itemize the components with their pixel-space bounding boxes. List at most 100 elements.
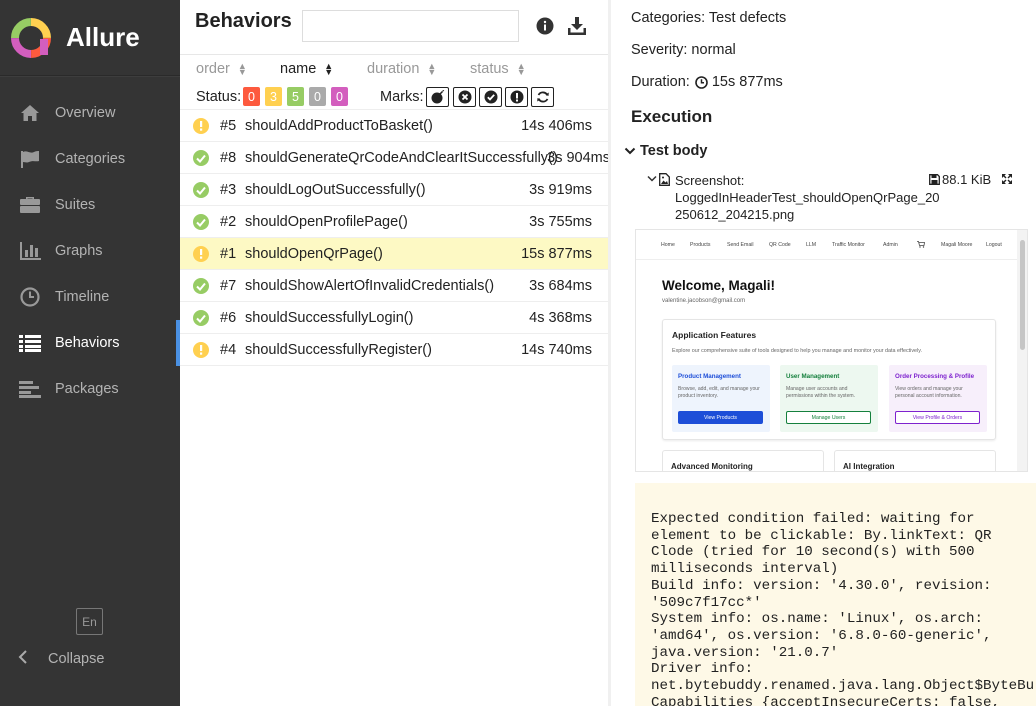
test-body-toggle[interactable]: Test body xyxy=(624,143,707,159)
duration-row: Duration: 15s 877ms xyxy=(631,74,783,90)
cart-icon xyxy=(917,241,925,248)
test-name: shouldAddProductToBasket() xyxy=(245,118,433,134)
new-broken-icon xyxy=(510,90,523,104)
flag-icon xyxy=(18,148,42,170)
sort-label: duration xyxy=(367,61,420,77)
screenshot-nav-item: Logout xyxy=(986,242,1002,248)
screenshot-nav-item: LLM xyxy=(806,242,817,248)
sidebar-item-packages[interactable]: Packages xyxy=(0,366,180,412)
attachment-screenshot[interactable]: Home Products Send Email QR Code LLM Tra… xyxy=(635,229,1028,472)
sort-order[interactable]: order ▲ ▼ xyxy=(196,61,247,77)
scrollbar-thumb[interactable] xyxy=(1020,240,1025,350)
sidebar-item-label: Categories xyxy=(55,151,126,167)
error-text: Expected condition failed: waiting for el… xyxy=(651,511,1036,706)
sort-duration[interactable]: duration ▲ ▼ xyxy=(367,61,436,77)
new-failed-filter[interactable] xyxy=(453,87,476,107)
chevron-left-icon xyxy=(18,649,28,669)
chevron-down-icon xyxy=(624,147,636,155)
test-number: #6 xyxy=(220,310,237,326)
feature-title: Order Processing & Profile xyxy=(895,373,975,380)
new-broken-filter[interactable] xyxy=(505,87,528,107)
sidebar-item-timeline[interactable]: Timeline xyxy=(0,274,180,320)
sidebar-nav: Overview Categories Suites Graphs Timeli… xyxy=(0,90,180,412)
test-duration: 14s 406ms xyxy=(521,118,592,134)
status-failed-badge[interactable]: 0 xyxy=(243,87,260,106)
download-button[interactable] xyxy=(565,14,589,38)
new-passed-filter[interactable] xyxy=(479,87,502,107)
test-row[interactable]: #3 shouldLogOutSuccessfully() 3s 919ms xyxy=(180,173,608,205)
feature-desc: Manage user accounts and permissions wit… xyxy=(786,386,856,399)
attachment-name-line: 250612_204215.png xyxy=(675,207,795,222)
attachment-row[interactable]: Screenshot: LoggedInHeaderTest_shouldOpe… xyxy=(647,172,1017,222)
test-row[interactable]: #6 shouldSuccessfullyLogin() 4s 368ms xyxy=(180,301,608,333)
feature-title: Product Management xyxy=(678,373,741,380)
screenshot-scrollbar[interactable] xyxy=(1017,230,1027,471)
sort-row: order ▲ ▼ name ▲ ▼ duration ▲ ▼ status ▲ ▼ xyxy=(180,55,608,83)
test-row[interactable]: #7 shouldShowAlertOfInvalidCredentials() 3… xyxy=(180,269,608,301)
error-line: Capabilities {acceptInsecureCerts: false… xyxy=(651,694,1001,706)
sidebar-item-overview[interactable]: Overview xyxy=(0,90,180,136)
test-name: shouldSuccessfullyRegister() xyxy=(245,342,432,358)
screenshot-nav-item: Home xyxy=(661,242,675,248)
retries-filter[interactable] xyxy=(531,87,554,107)
allure-logo xyxy=(11,17,51,58)
test-row[interactable]: #1 shouldOpenQrPage() 15s 877ms xyxy=(180,237,608,269)
status-skipped-badge[interactable]: 0 xyxy=(309,87,326,106)
expand-icon xyxy=(1002,174,1012,184)
feature-button: View Profile & Orders xyxy=(895,411,980,424)
test-row[interactable]: #5 shouldAddProductToBasket() 14s 406ms xyxy=(180,109,608,141)
collapse-label: Collapse xyxy=(48,651,105,667)
attachment-name-line: Screenshot: xyxy=(675,173,745,188)
broken-status-icon xyxy=(193,342,209,358)
sidebar-item-label: Packages xyxy=(55,381,119,397)
test-name: shouldOpenProfilePage() xyxy=(245,214,408,230)
app-name: Allure xyxy=(66,22,140,52)
test-body-label: Test body xyxy=(640,143,708,159)
test-name: shouldOpenQrPage() xyxy=(245,246,383,262)
status-broken-badge[interactable]: 3 xyxy=(265,87,282,106)
bar-chart-icon xyxy=(18,240,42,262)
sidebar-item-suites[interactable]: Suites xyxy=(0,182,180,228)
brand[interactable]: Allure xyxy=(0,0,180,76)
status-filter-label: Status: xyxy=(196,89,242,105)
error-line: milliseconds interval) xyxy=(651,561,839,578)
duration-value: 15s 877ms xyxy=(711,74,783,90)
sort-status[interactable]: status ▲ ▼ xyxy=(470,61,526,77)
screenshot-nav: Home Products Send Email QR Code LLM Tra… xyxy=(636,230,1019,260)
passed-status-icon xyxy=(193,150,209,166)
attachment-size: 88.1 KiB xyxy=(942,172,992,187)
screenshot-card-advanced: Advanced Monitoring xyxy=(662,450,824,471)
language-button[interactable]: En xyxy=(76,608,103,635)
sidebar-item-graphs[interactable]: Graphs xyxy=(0,228,180,274)
sort-name[interactable]: name ▲ ▼ xyxy=(280,61,333,77)
fullscreen-button[interactable] xyxy=(1001,173,1013,188)
feature-desc: Browse, add, edit, and manage your produ… xyxy=(678,386,760,399)
test-row[interactable]: #8 shouldGenerateQrCodeAndClearItSuccessf… xyxy=(180,141,608,173)
test-number: #4 xyxy=(220,342,237,358)
flaky-filter[interactable] xyxy=(426,87,449,107)
screenshot-features-desc: Explore our comprehensive suite of tools… xyxy=(672,348,923,354)
test-number: #8 xyxy=(220,150,237,166)
sidebar-item-label: Behaviors xyxy=(55,335,120,351)
screenshot-nav-item: Magali Moore xyxy=(941,242,973,248)
status-unknown-badge[interactable]: 0 xyxy=(331,87,348,106)
categories-text: Categories: Test defects xyxy=(631,10,787,26)
test-row[interactable]: #2 shouldOpenProfilePage() 3s 755ms xyxy=(180,205,608,237)
chevron-down-icon xyxy=(647,175,657,182)
error-line: Expected condition failed: waiting for xyxy=(651,511,975,527)
info-button[interactable] xyxy=(533,14,557,38)
page-title: Behaviors xyxy=(195,10,292,32)
status-passed-badge[interactable]: 5 xyxy=(287,87,304,106)
sidebar-item-behaviors[interactable]: Behaviors xyxy=(0,320,180,366)
collapse-button[interactable]: Collapse xyxy=(18,646,104,672)
screenshot-feature-products: Product Management Browse, add, edit, an… xyxy=(672,365,770,432)
error-message: Expected condition failed: waiting for el… xyxy=(635,483,1036,706)
search-input[interactable] xyxy=(302,10,519,42)
clock-icon xyxy=(695,75,708,89)
list-icon xyxy=(18,332,42,354)
test-row[interactable]: #4 shouldSuccessfullyRegister() 14s 740ms xyxy=(180,333,608,365)
execution-title: Execution xyxy=(631,107,713,126)
sidebar-item-categories[interactable]: Categories xyxy=(0,136,180,182)
attachment-name-line: LoggedInHeaderTest_shouldOpenQrPage_20 xyxy=(675,190,940,205)
test-number: #2 xyxy=(220,214,237,230)
